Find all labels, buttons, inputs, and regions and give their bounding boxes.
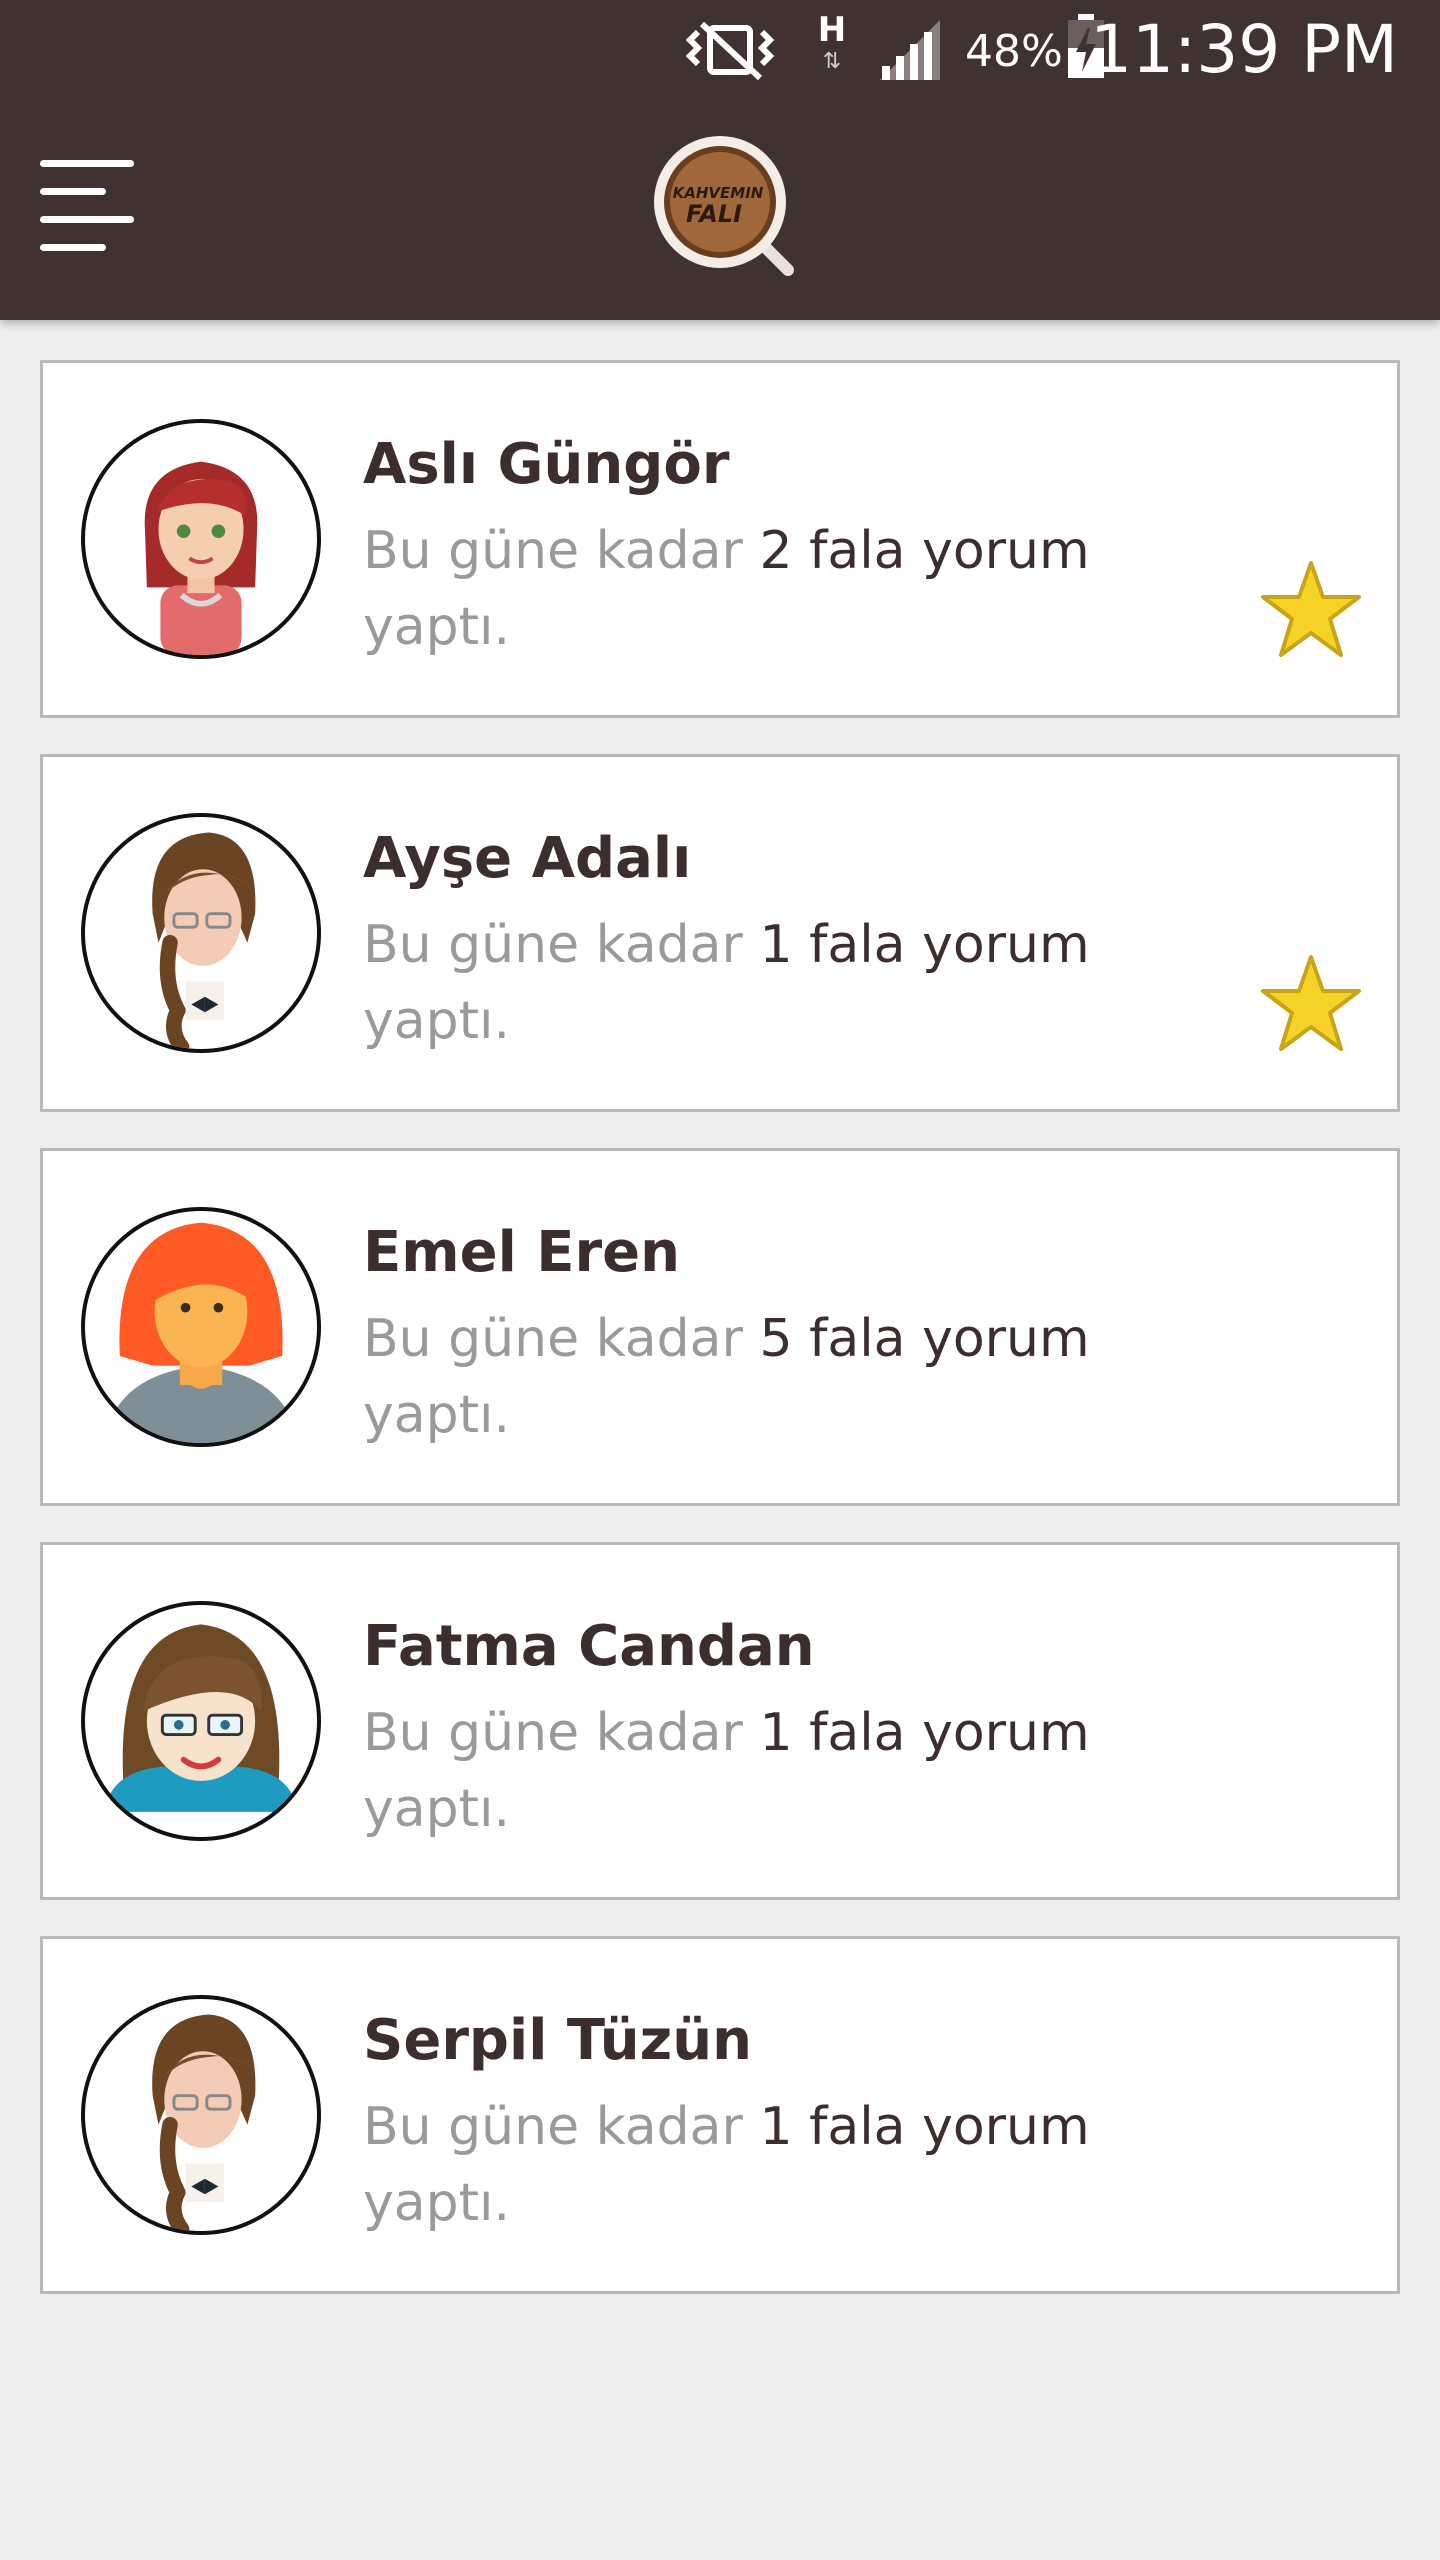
- menu-line-icon: [40, 188, 106, 195]
- reader-name: Aslı Güngör: [363, 432, 730, 497]
- braid-glasses-woman-avatar: [81, 813, 321, 1053]
- battery-percent: 48%: [965, 26, 1063, 77]
- reader-card[interactable]: Ayşe Adalı Bu güne kadar 1 fala yorum ya…: [40, 754, 1400, 1112]
- app-header: H ⇅ 48% 11:39 PM KAHVEMIN FALI: [0, 0, 1440, 320]
- reader-card[interactable]: Emel Eren Bu güne kadar 5 fala yorum yap…: [40, 1148, 1400, 1506]
- orange-hair-woman-avatar: [81, 1207, 321, 1447]
- red-hair-woman-avatar: [81, 419, 321, 659]
- braid-glasses-woman-avatar: [81, 1995, 321, 2235]
- star-icon[interactable]: [1259, 559, 1363, 663]
- reader-comment-count: Bu güne kadar 5 fala yorum yaptı.: [363, 1309, 1090, 1445]
- reader-comment-count: Bu güne kadar 2 fala yorum yaptı.: [363, 521, 1090, 657]
- logo-text: FALI: [685, 200, 743, 228]
- reader-comment-count: Bu güne kadar 1 fala yorum yaptı.: [363, 1703, 1090, 1839]
- network-type-icon: H ⇅: [817, 10, 847, 74]
- menu-line-icon: [40, 244, 106, 251]
- clock: 11:39 PM: [1090, 11, 1398, 88]
- reader-card[interactable]: Fatma Candan Bu güne kadar 1 fala yorum …: [40, 1542, 1400, 1900]
- star-icon[interactable]: [1259, 953, 1363, 1057]
- reader-name: Emel Eren: [363, 1220, 680, 1285]
- reader-card[interactable]: Aslı Güngör Bu güne kadar 2 fala yorum y…: [40, 360, 1400, 718]
- vibrate-mute-icon: [685, 21, 775, 81]
- reader-list: Aslı Güngör Bu güne kadar 2 fala yorum y…: [40, 360, 1400, 2330]
- reader-name: Ayşe Adalı: [363, 826, 692, 891]
- app-logo[interactable]: KAHVEMIN FALI: [650, 132, 798, 280]
- menu-line-icon: [40, 216, 134, 223]
- reader-comment-count: Bu güne kadar 1 fala yorum yaptı.: [363, 2097, 1090, 2233]
- glasses-brown-hair-woman-avatar: [81, 1601, 321, 1841]
- reader-card[interactable]: Serpil Tüzün Bu güne kadar 1 fala yorum …: [40, 1936, 1400, 2294]
- menu-button[interactable]: [38, 158, 138, 254]
- status-bar: H ⇅ 48% 11:39 PM: [0, 0, 1440, 100]
- menu-line-icon: [40, 160, 134, 167]
- reader-name: Fatma Candan: [363, 1614, 815, 1679]
- reader-comment-count: Bu güne kadar 1 fala yorum yaptı.: [363, 915, 1090, 1051]
- reader-name: Serpil Tüzün: [363, 2008, 752, 2073]
- signal-icon: [880, 20, 940, 80]
